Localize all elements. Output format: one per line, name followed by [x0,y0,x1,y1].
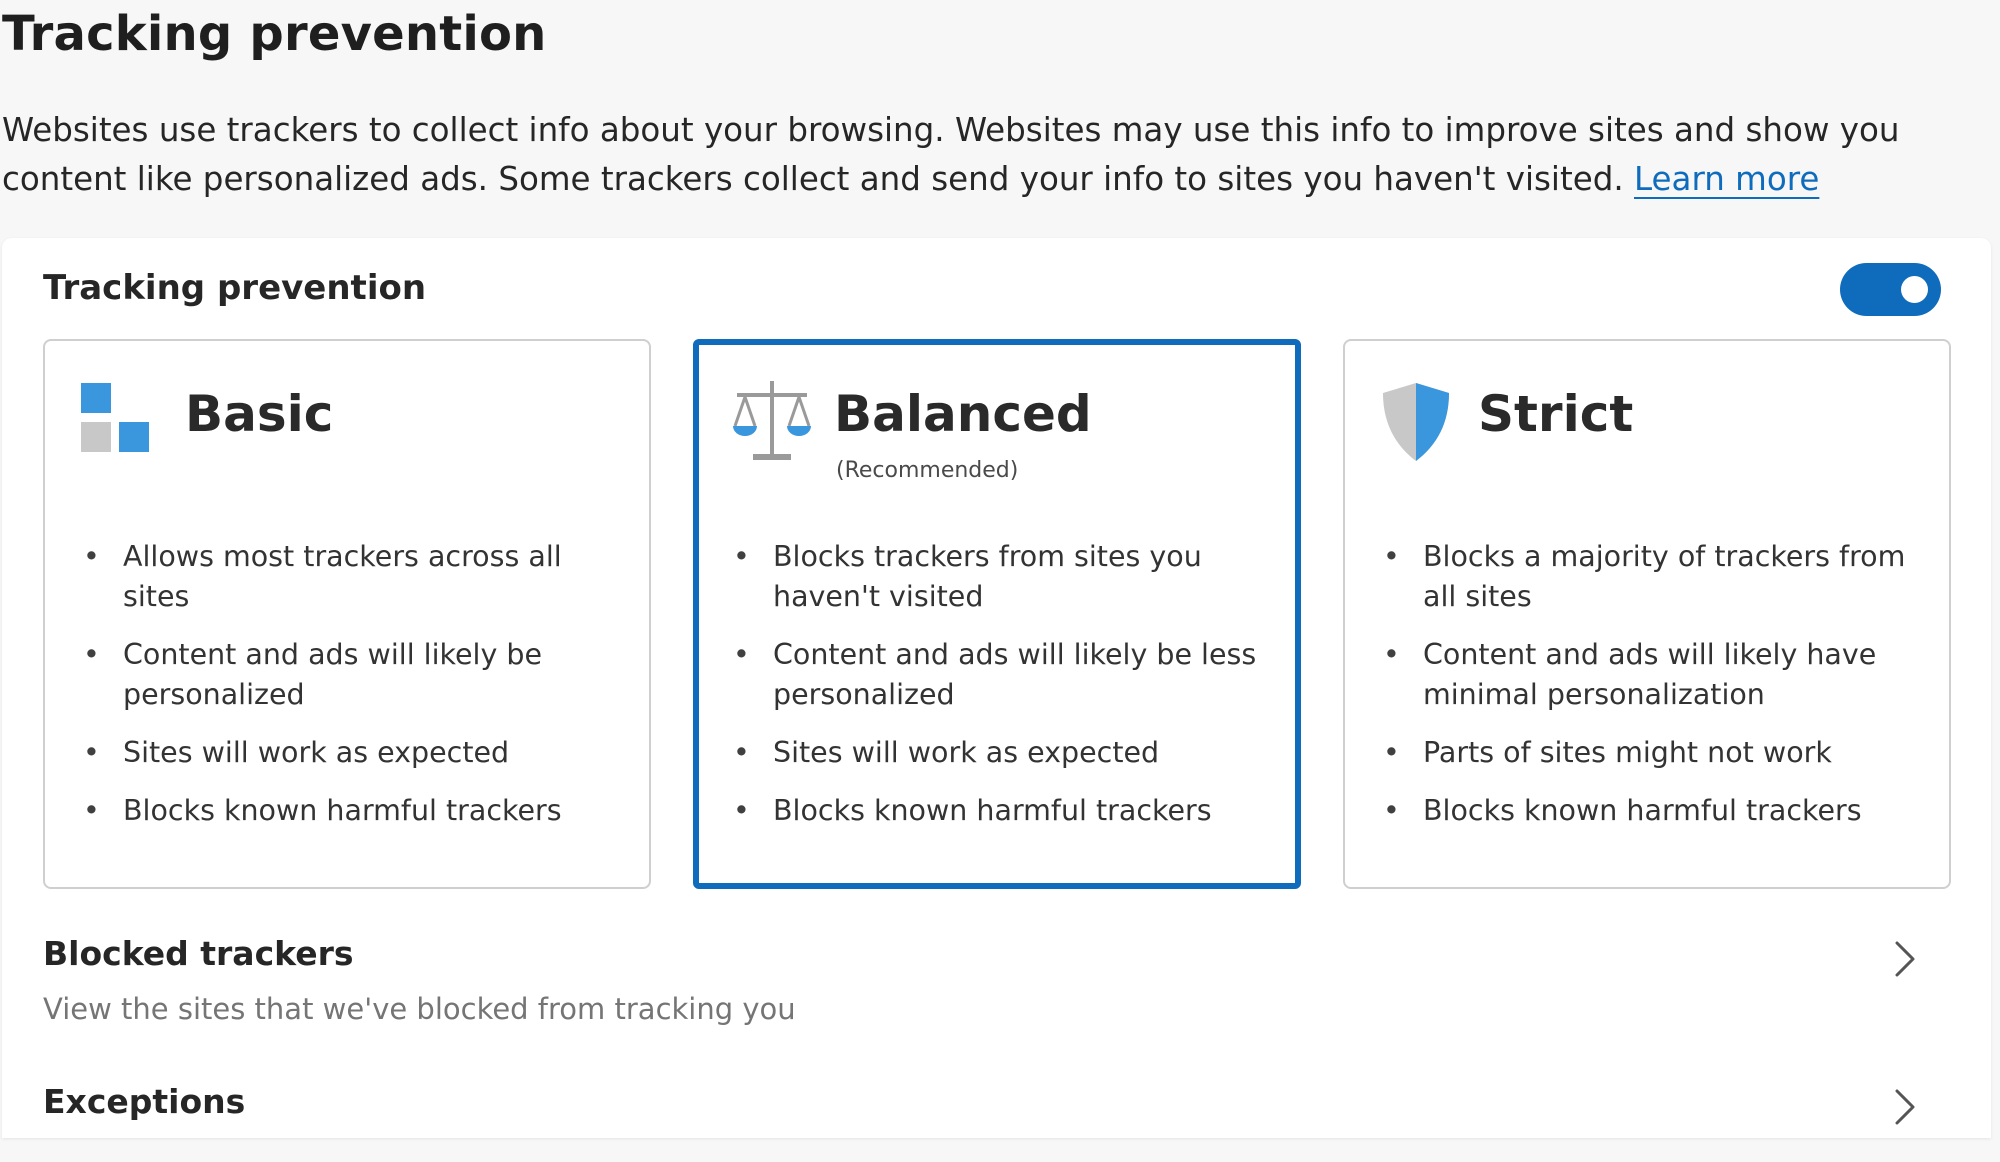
bullet-icon: • [83,794,100,827]
basic-squares-icon [81,383,149,452]
feature-item: • Sites will work as expected [733,733,1273,773]
description-text: Websites use trackers to collect info ab… [2,111,1900,198]
page-title: Tracking prevention [2,6,547,62]
level-card-strict[interactable]: Strict • Blocks a majority of trackers fr… [1343,339,1951,889]
level-title-strict: Strict [1478,385,1634,443]
bullet-icon: • [1383,540,1400,573]
recommended-label: (Recommended) [836,458,1019,483]
bullet-icon: • [1383,638,1400,671]
feature-list-strict: • Blocks a majority of trackers from all … [1383,537,1923,831]
exceptions-row[interactable]: Exceptions [43,1082,1943,1162]
page-description: Websites use trackers to collect info ab… [2,106,1992,204]
bullet-icon: • [733,540,750,573]
bullet-icon: • [733,794,750,827]
balance-scale-icon [733,381,811,460]
feature-item: • Content and ads will likely be less per… [733,635,1273,715]
feature-list-basic: • Allows most trackers across all sites •… [83,537,623,831]
feature-item: • Blocks a majority of trackers from all … [1383,537,1923,617]
tracking-prevention-label: Tracking prevention [43,268,427,308]
learn-more-link[interactable]: Learn more [1634,160,1819,198]
tracking-prevention-card: Tracking prevention Basic • Allows most t… [2,238,1991,1138]
tracking-prevention-toggle[interactable] [1840,263,1941,316]
chevron-right-icon[interactable] [1893,940,1917,978]
feature-item: • Allows most trackers across all sites [83,537,623,617]
feature-item: • Parts of sites might not work [1383,733,1923,773]
feature-item: • Sites will work as expected [83,733,623,773]
toggle-knob [1901,276,1928,303]
level-card-balanced[interactable]: Balanced (Recommended) • Blocks trackers … [693,339,1301,889]
feature-item: • Blocks trackers from sites you haven't … [733,537,1273,617]
blocked-trackers-row[interactable]: Blocked trackers View the sites that we'… [43,934,1943,1074]
feature-list-balanced: • Blocks trackers from sites you haven't … [733,537,1273,831]
feature-item: • Blocks known harmful trackers [733,791,1273,831]
blocked-trackers-title: Blocked trackers [43,934,354,973]
bullet-icon: • [1383,794,1400,827]
feature-item: • Content and ads will likely have minima… [1383,635,1923,715]
bullet-icon: • [83,540,100,573]
level-title-basic: Basic [185,385,334,443]
level-title-balanced: Balanced [834,385,1092,443]
bullet-icon: • [83,638,100,671]
bullet-icon: • [1383,736,1400,769]
feature-item: • Content and ads will likely be personal… [83,635,623,715]
blocked-trackers-description: View the sites that we've blocked from t… [43,992,796,1026]
bullet-icon: • [733,638,750,671]
bullet-icon: • [733,736,750,769]
level-card-basic[interactable]: Basic • Allows most trackers across all s… [43,339,651,889]
chevron-right-icon[interactable] [1893,1088,1917,1126]
bullet-icon: • [83,736,100,769]
exceptions-title: Exceptions [43,1082,246,1121]
shield-icon [1383,383,1449,461]
feature-item: • Blocks known harmful trackers [83,791,623,831]
feature-item: • Blocks known harmful trackers [1383,791,1923,831]
